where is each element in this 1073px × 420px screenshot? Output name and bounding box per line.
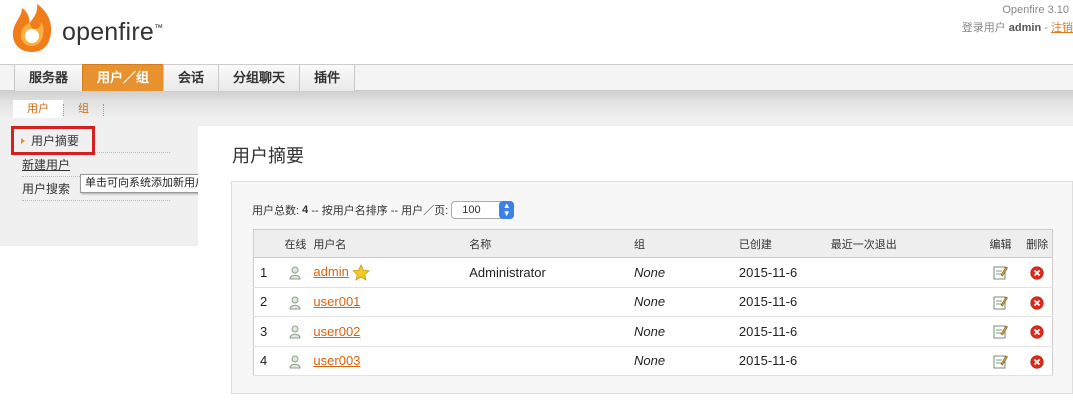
login-info: 登录用户 admin - 注销 [961,22,1073,34]
col-edit-header: 编辑 [978,229,1023,258]
table-header-row: 在线 用户名 名称 组 已创建 最近一次退出 编辑 删除 [253,229,1053,258]
edit-icon[interactable] [993,354,1008,369]
user-count: 4 [302,204,309,216]
user-offline-icon [289,296,301,310]
delete-icon[interactable] [1030,295,1044,310]
delete-icon[interactable] [1030,266,1044,280]
edit-icon[interactable] [993,324,1008,339]
tab-users-groups[interactable]: 用户／组 [82,64,164,91]
subtab-divider [103,104,104,116]
user-link-user002[interactable]: user002 [313,324,360,339]
col-delete-header: 删除 [1022,229,1053,258]
sub-tabs-bar [0,91,1073,118]
col-username-header: 用户名 [311,229,470,258]
user-offline-icon [289,325,301,339]
tab-sessions[interactable]: 会话 [163,64,219,91]
login-username: admin [1008,22,1042,34]
tooltip: 单击可向系统添加新用户 [80,174,211,193]
delete-icon[interactable] [1030,325,1044,339]
user-link-user003[interactable]: user003 [313,353,360,368]
tab-server[interactable]: 服务器 [14,64,83,91]
highlight-annotation [11,126,95,155]
page-title: 用户摘要 [232,146,304,166]
tab-group-chat[interactable]: 分组聊天 [218,64,300,91]
users-table: 在线 用户名 名称 组 已创建 最近一次退出 编辑 删除 1 admin Adm… [253,229,1053,376]
version-label: Openfire 3.10 [1002,4,1069,16]
star-icon [352,263,371,281]
table-row: 1 admin Administrator None 2015-11-6 [253,257,1053,288]
delete-icon[interactable] [1030,354,1044,369]
user-summary-line: 用户总数: 4 -- 按用户名排序 -- 用户／页: 100 ▲ ▼ [252,201,515,219]
user-link-user001[interactable]: user001 [313,294,360,309]
header: openfire™ Openfire 3.10 登录用户 admin - 注销 [0,0,1073,64]
user-offline-icon [289,355,301,369]
content-top-gap [198,118,1073,126]
edit-icon[interactable] [993,265,1008,280]
logo-text: openfire™ [62,18,164,46]
sub-tabs: 用户 组 [13,100,104,118]
table-row: 4 user003 None 2015-11-6 [253,346,1053,376]
tab-plugins[interactable]: 插件 [299,64,356,91]
edit-icon[interactable] [993,295,1008,310]
user-offline-icon [289,266,301,280]
per-page-select[interactable]: 100 ▲ ▼ [451,201,515,219]
col-online-header: 在线 [279,229,312,258]
col-name-header: 名称 [469,229,635,258]
subtab-users[interactable]: 用户 [13,100,63,118]
col-last-logout-header: 最近一次退出 [830,229,979,258]
subtab-groups[interactable]: 组 [64,100,103,118]
table-row: 3 user002 None 2015-11-6 [253,316,1053,347]
table-row: 2 user001 None 2015-11-6 [253,287,1053,317]
logout-link[interactable]: 注销 [1051,22,1073,34]
col-num-header [253,229,280,258]
col-group-header: 组 [634,229,739,258]
updown-chevron-icon: ▲ ▼ [499,201,515,219]
main-tabs: 服务器 用户／组 会话 分组聊天 插件 [14,64,356,91]
user-link-admin[interactable]: admin [313,264,348,279]
col-created-header: 已创建 [738,229,831,258]
openfire-flame-icon [12,4,52,52]
